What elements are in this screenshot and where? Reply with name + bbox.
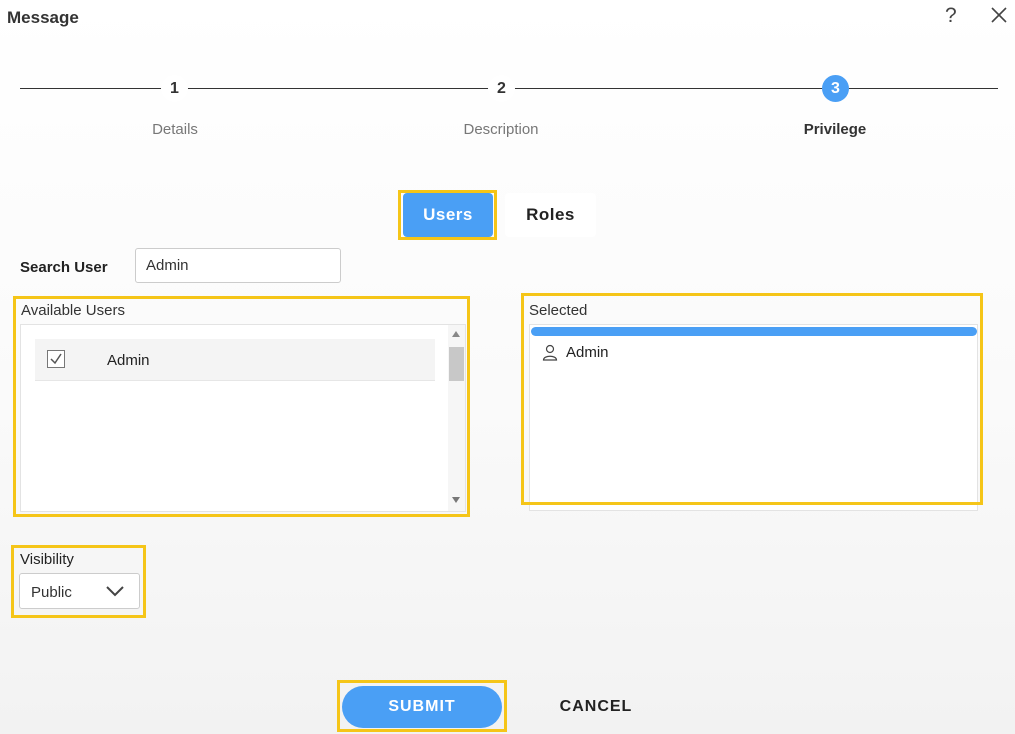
- highlight-users-tab: [398, 190, 497, 240]
- cancel-button[interactable]: CANCEL: [540, 686, 652, 728]
- highlight-visibility: [11, 545, 146, 618]
- step-2-circle: 2: [488, 75, 515, 102]
- search-user-input[interactable]: [135, 248, 341, 283]
- close-icon[interactable]: [990, 6, 1008, 24]
- tab-roles[interactable]: Roles: [505, 193, 596, 237]
- highlight-submit: [337, 680, 507, 732]
- search-user-label: Search User: [20, 259, 108, 276]
- step-2-label: Description: [463, 121, 539, 138]
- step-1-label: Details: [152, 121, 198, 138]
- highlight-available-users: [13, 296, 470, 517]
- highlight-selected-users: [521, 293, 983, 505]
- step-3-circle: 3: [822, 75, 849, 102]
- step-3-label: Privilege: [803, 121, 867, 138]
- help-icon[interactable]: ?: [945, 4, 957, 28]
- window-title: Message: [7, 8, 79, 27]
- step-1-circle: 1: [161, 75, 188, 102]
